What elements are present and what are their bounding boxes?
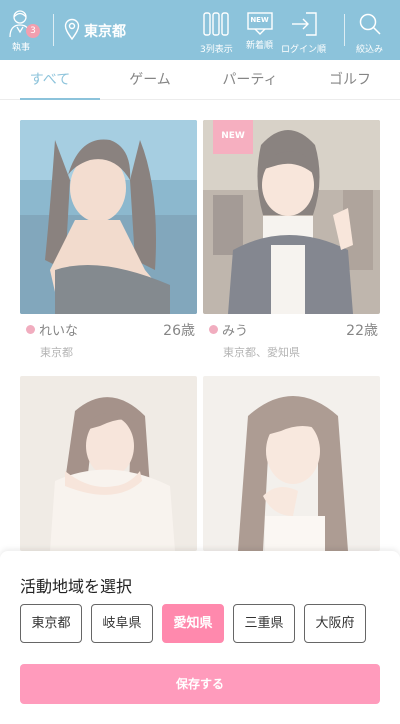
prefecture-option-gifu[interactable]: 岐阜県 xyxy=(91,604,153,643)
prefecture-option-aichi[interactable]: 愛知県 xyxy=(162,604,224,643)
prefecture-option-osaka[interactable]: 大阪府 xyxy=(304,604,366,643)
prefecture-options: 東京都 岐阜県 愛知県 三重県 大阪府 xyxy=(20,604,366,643)
sheet-title: 活動地域を選択 xyxy=(20,577,133,596)
prefecture-option-mie[interactable]: 三重県 xyxy=(233,604,295,643)
save-button[interactable]: 保存する xyxy=(20,664,380,704)
area-select-sheet: 活動地域を選択 東京都 岐阜県 愛知県 三重県 大阪府 保存する xyxy=(0,551,400,724)
prefecture-option-tokyo[interactable]: 東京都 xyxy=(20,604,82,643)
